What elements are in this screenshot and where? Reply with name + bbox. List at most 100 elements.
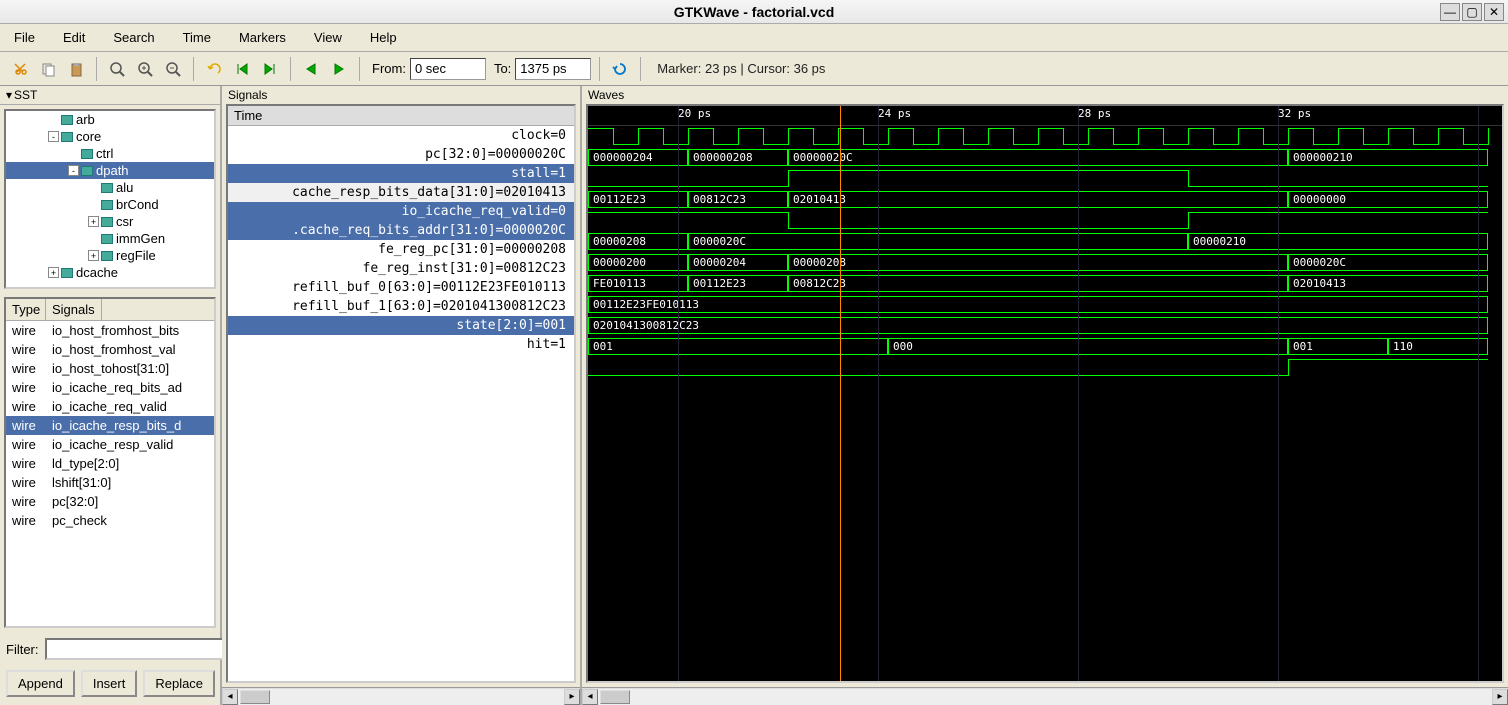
tree-expand-icon[interactable]: - [68, 165, 79, 176]
menu-view[interactable]: View [308, 26, 348, 49]
paste-icon[interactable] [64, 57, 88, 81]
wave-row[interactable] [588, 357, 1502, 378]
signal-row[interactable]: wirelshift[31:0] [6, 473, 214, 492]
reload-icon[interactable] [608, 57, 632, 81]
tree-node-regFile[interactable]: +regFile [6, 247, 214, 264]
wave-row[interactable]: 0201041300812C23 [588, 315, 1502, 336]
signals-hscroll[interactable]: ◂ ▸ [222, 687, 580, 705]
signal-list[interactable]: Type Signals wireio_host_fromhost_bitswi… [4, 297, 216, 628]
signal-row[interactable]: wirepc[32:0] [6, 492, 214, 511]
wave-row[interactable]: 00000020400000020800000020C000000210 [588, 147, 1502, 168]
tree-node-dcache[interactable]: +dcache [6, 264, 214, 281]
hierarchy-tree[interactable]: arb - corectrl-dpathalubrCond+csrimmGen+re… [4, 109, 216, 289]
maximize-button[interactable]: ▢ [1462, 3, 1482, 21]
signal-entry[interactable]: .cache_req_bits_addr[31:0]=0000020C [228, 221, 574, 240]
zoom-out-icon[interactable] [161, 57, 185, 81]
col-type-header[interactable]: Type [6, 299, 46, 320]
wave-value: 00000200 [588, 254, 688, 271]
to-input[interactable] [515, 58, 591, 80]
module-icon [101, 200, 113, 210]
tree-node-arb[interactable]: arb [6, 111, 214, 128]
scroll-left-icon[interactable]: ◂ [582, 689, 598, 705]
tree-label: core [76, 129, 101, 144]
scroll-right-icon[interactable]: ▸ [1492, 689, 1508, 705]
menu-markers[interactable]: Markers [233, 26, 292, 49]
filter-input[interactable] [45, 638, 234, 660]
menu-time[interactable]: Time [177, 26, 217, 49]
append-button[interactable]: Append [6, 670, 75, 697]
signal-row[interactable]: wireio_host_fromhost_bits [6, 321, 214, 340]
zoom-in-icon[interactable] [133, 57, 157, 81]
prev-edge-icon[interactable] [299, 57, 323, 81]
signal-entry[interactable]: stall=1 [228, 164, 574, 183]
wave-row[interactable]: 00112E2300812C230201041300000000 [588, 189, 1502, 210]
signal-entry[interactable]: io_icache_req_valid=0 [228, 202, 574, 221]
close-button[interactable]: ✕ [1484, 3, 1504, 21]
tree-expand-icon[interactable]: + [88, 216, 99, 227]
signal-row[interactable]: wireio_icache_resp_valid [6, 435, 214, 454]
signal-row[interactable]: wireio_icache_resp_bits_d [6, 416, 214, 435]
wave-value: 00000000 [1288, 191, 1488, 208]
scroll-right-icon[interactable]: ▸ [564, 689, 580, 705]
signal-entry[interactable]: state[2:0]=001 [228, 316, 574, 335]
wave-row[interactable] [588, 210, 1502, 231]
signal-row[interactable]: wireld_type[2:0] [6, 454, 214, 473]
copy-icon[interactable] [36, 57, 60, 81]
sst-header[interactable]: SST [0, 86, 220, 105]
signal-row[interactable]: wireio_host_tohost[31:0] [6, 359, 214, 378]
replace-button[interactable]: Replace [143, 670, 215, 697]
tree-node-core[interactable]: - core [6, 128, 214, 145]
undo-icon[interactable] [202, 57, 226, 81]
tree-expand-icon[interactable]: + [88, 250, 99, 261]
wave-value: 110 [1388, 338, 1488, 355]
signal-row[interactable]: wireio_icache_req_valid [6, 397, 214, 416]
module-icon [101, 183, 113, 193]
from-input[interactable] [410, 58, 486, 80]
signal-row[interactable]: wireio_icache_req_bits_ad [6, 378, 214, 397]
signal-entry[interactable]: hit=1 [228, 335, 574, 354]
tree-node-csr[interactable]: +csr [6, 213, 214, 230]
next-edge-icon[interactable] [327, 57, 351, 81]
time-tick: 24 ps [878, 107, 911, 120]
wave-row[interactable] [588, 126, 1502, 147]
wave-row[interactable]: 000002080000020C00000210 [588, 231, 1502, 252]
scroll-left-icon[interactable]: ◂ [222, 689, 238, 705]
signal-entry[interactable]: cache_resp_bits_data[31:0]=02010413 [228, 183, 574, 202]
insert-button[interactable]: Insert [81, 670, 138, 697]
signal-row[interactable]: wireio_host_fromhost_val [6, 340, 214, 359]
tree-node-alu[interactable]: alu [6, 179, 214, 196]
tree-expand-icon[interactable]: + [48, 267, 59, 278]
zoom-fit-icon[interactable] [105, 57, 129, 81]
wave-row[interactable]: 001000001110 [588, 336, 1502, 357]
tree-node-ctrl[interactable]: ctrl [6, 145, 214, 162]
wave-row[interactable] [588, 168, 1502, 189]
signal-entry[interactable]: fe_reg_pc[31:0]=00000208 [228, 240, 574, 259]
go-last-icon[interactable] [258, 57, 282, 81]
menu-help[interactable]: Help [364, 26, 403, 49]
wave-row[interactable]: FE01011300112E2300812C2302010413 [588, 273, 1502, 294]
signal-entry[interactable]: fe_reg_inst[31:0]=00812C23 [228, 259, 574, 278]
signal-entry[interactable]: refill_buf_1[63:0]=0201041300812C23 [228, 297, 574, 316]
signal-entry[interactable]: pc[32:0]=00000020C [228, 145, 574, 164]
wave-row[interactable]: 0000020000000204000002080000020C [588, 252, 1502, 273]
menu-file[interactable]: File [8, 26, 41, 49]
minimize-button[interactable]: — [1440, 3, 1460, 21]
menu-search[interactable]: Search [107, 26, 160, 49]
wave-row[interactable]: 00112E23FE010113 [588, 294, 1502, 315]
signal-entry[interactable]: refill_buf_0[63:0]=00112E23FE010113 [228, 278, 574, 297]
go-first-icon[interactable] [230, 57, 254, 81]
signal-row[interactable]: wirepc_check [6, 511, 214, 530]
wave-value: 0201041300812C23 [588, 317, 1488, 334]
tree-node-brCond[interactable]: brCond [6, 196, 214, 213]
col-name-header[interactable]: Signals [46, 299, 102, 320]
menu-edit[interactable]: Edit [57, 26, 91, 49]
waves-canvas[interactable]: 20 ps24 ps28 ps32 ps 0000002040000002080… [586, 104, 1504, 683]
tree-node-immGen[interactable]: immGen [6, 230, 214, 247]
cut-icon[interactable] [8, 57, 32, 81]
waves-panel: Waves 20 ps24 ps28 ps32 ps 0000002040000… [582, 86, 1508, 705]
marker-line[interactable] [840, 106, 841, 681]
tree-node-dpath[interactable]: -dpath [6, 162, 214, 179]
waves-hscroll[interactable]: ◂ ▸ [582, 687, 1508, 705]
tree-expand-icon[interactable]: - [48, 131, 59, 142]
signal-entry[interactable]: clock=0 [228, 126, 574, 145]
